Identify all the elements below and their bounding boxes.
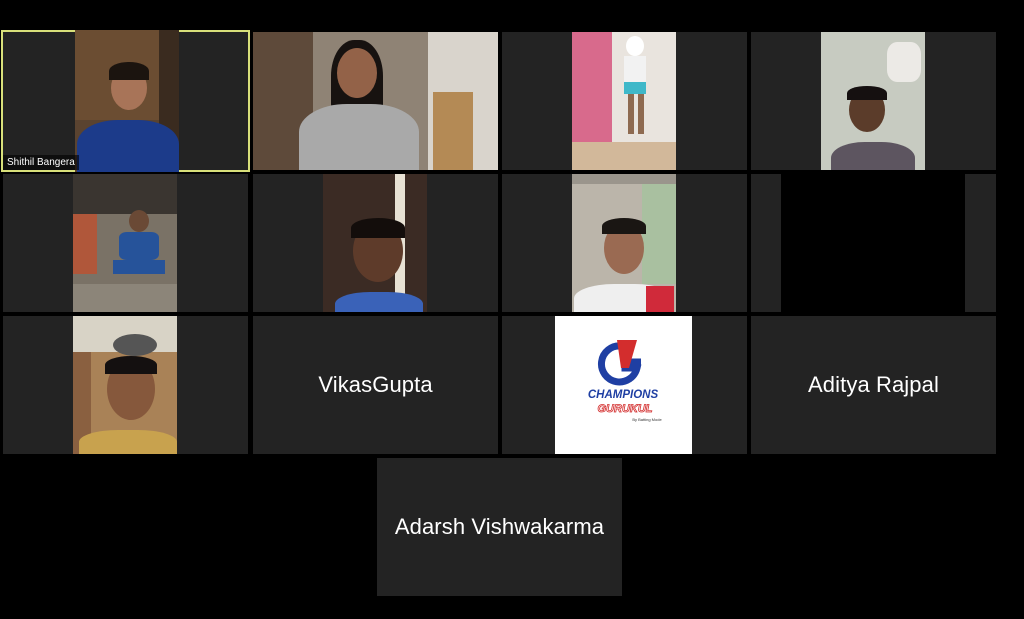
participant-name-tag: Shithil Bangera: [3, 155, 79, 170]
participant-tile-7[interactable]: [502, 174, 747, 312]
participant-video: [73, 174, 177, 312]
video-grid: Shithil Bangera VikasGupta CHAMPIONS GUR…: [0, 0, 1024, 619]
participant-name: Adarsh Vishwakarma: [394, 514, 605, 539]
participant-tile-5[interactable]: [3, 174, 248, 312]
participant-name: Aditya Rajpal: [808, 372, 939, 397]
participant-tile-8[interactable]: [751, 174, 996, 312]
participant-tile-aditya[interactable]: Aditya Rajpal: [751, 316, 996, 454]
champions-gurukul-logo: CHAMPIONS GURUKUL By Batting Mode: [555, 316, 692, 454]
participant-tile-4[interactable]: [751, 32, 996, 170]
participant-video: [572, 32, 676, 170]
svg-text:GURUKUL: GURUKUL: [598, 403, 653, 415]
participant-tile-vikas[interactable]: VikasGupta: [253, 316, 498, 454]
cg-logo-icon: CHAMPIONS GURUKUL By Batting Mode: [588, 340, 662, 422]
svg-text:By Batting Mode: By Batting Mode: [632, 417, 662, 422]
svg-text:CHAMPIONS: CHAMPIONS: [588, 389, 659, 401]
participant-tile-logo[interactable]: CHAMPIONS GURUKUL By Batting Mode: [502, 316, 747, 454]
participant-video: [821, 32, 925, 170]
participant-tile-2[interactable]: [253, 32, 498, 170]
participant-video: [253, 32, 498, 170]
participant-tile-3[interactable]: [502, 32, 747, 170]
participant-name: VikasGupta: [318, 372, 433, 397]
participant-tile-9[interactable]: [3, 316, 248, 454]
participant-video: [323, 174, 427, 312]
participant-video: [75, 30, 179, 172]
participant-tile-adarsh[interactable]: Adarsh Vishwakarma: [377, 458, 622, 596]
participant-video: [781, 174, 965, 312]
participant-tile-6[interactable]: [253, 174, 498, 312]
participant-tile-shithil[interactable]: Shithil Bangera: [1, 30, 250, 172]
participant-video: [572, 174, 676, 312]
participant-video: [73, 316, 177, 454]
